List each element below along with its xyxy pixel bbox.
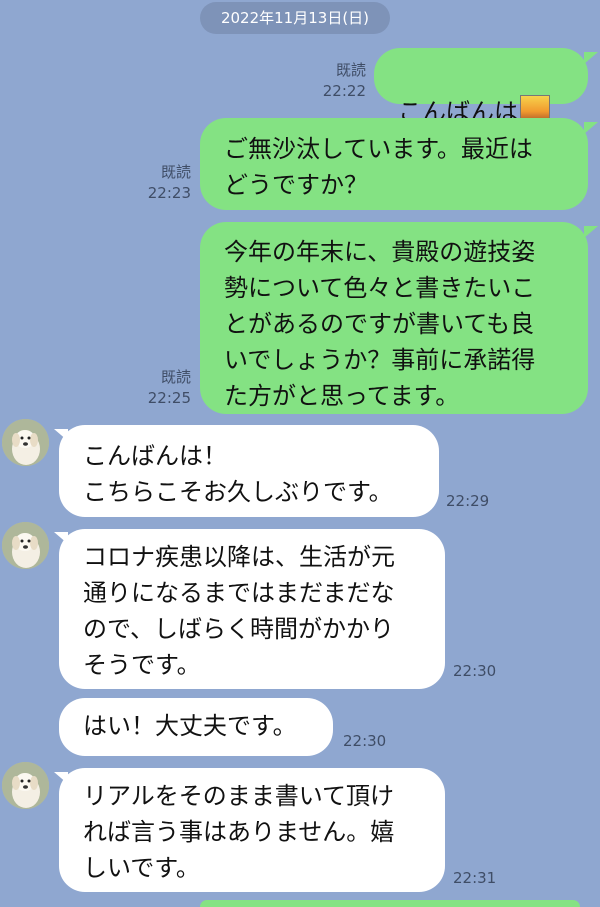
message-time: 22:31	[453, 869, 497, 887]
dog-avatar-icon	[2, 419, 49, 466]
read-receipt: 既読	[335, 61, 366, 79]
received-message-bubble[interactable]: コロナ疾患以降は、生活が元 通りになるまではまだまだな ので、しばらく時間がかか…	[59, 529, 445, 689]
message-meta: 既読 22:22	[286, 60, 366, 102]
bubble-tail	[584, 226, 598, 238]
next-sent-bubble-edge	[200, 900, 580, 907]
bubble-tail	[584, 122, 598, 134]
message-time: 22:25	[147, 389, 191, 407]
contact-avatar[interactable]	[2, 522, 49, 569]
sent-message-bubble[interactable]: こんばんは	[374, 48, 588, 126]
message-time: 22:29	[446, 492, 490, 510]
received-message-bubble[interactable]: はい！大丈夫です。	[59, 698, 333, 756]
received-message-bubble[interactable]: リアルをそのまま書いて頂け れば言う事はありません。嬉 しいです。	[59, 768, 445, 892]
sent-message-bubble[interactable]: 今年の年末に、貴殿の遊技姿 勢について色々と書きたいこ とがあるのですが書いても…	[200, 222, 588, 414]
date-separator: 2022年11月13日(日)	[200, 2, 390, 34]
message-meta: 既読 22:23	[111, 162, 191, 204]
message-time: 22:30	[453, 662, 497, 680]
dog-avatar-icon	[2, 522, 49, 569]
sent-message-bubble[interactable]: ご無沙汰しています。最近は どうですか？	[200, 118, 588, 210]
message-time: 22:30	[343, 732, 387, 750]
contact-avatar[interactable]	[2, 762, 49, 809]
received-message-bubble[interactable]: こんばんは！ こちらこそお久しぶりです。	[59, 425, 439, 517]
message-time: 22:22	[322, 82, 366, 100]
read-receipt: 既読	[160, 163, 191, 181]
contact-avatar[interactable]	[2, 419, 49, 466]
read-receipt: 既読	[160, 368, 191, 386]
bubble-tail	[584, 52, 598, 64]
message-meta: 既読 22:25	[111, 367, 191, 409]
message-time: 22:23	[147, 184, 191, 202]
dog-avatar-icon	[2, 762, 49, 809]
